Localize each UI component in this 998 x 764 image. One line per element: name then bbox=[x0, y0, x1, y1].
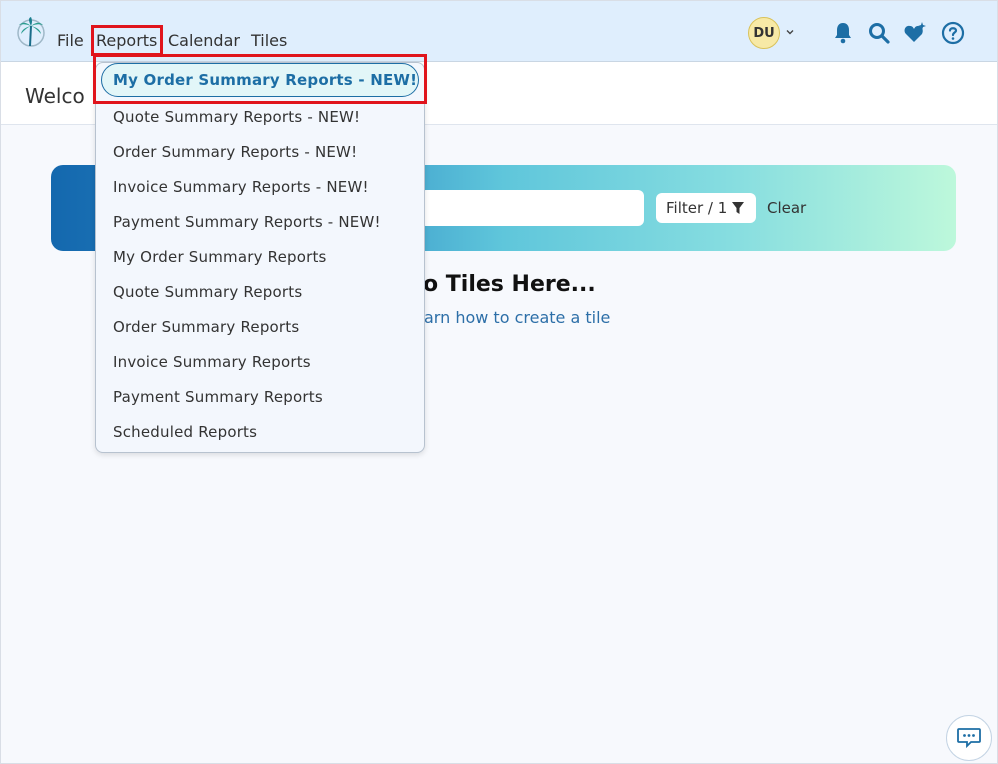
dropdown-item[interactable]: Order Summary Reports - NEW! bbox=[113, 143, 357, 161]
dropdown-item-active-label[interactable]: My Order Summary Reports - NEW! bbox=[113, 71, 417, 89]
filter-button[interactable]: Filter / 1 bbox=[656, 193, 756, 223]
dropdown-item[interactable]: Quote Summary Reports - NEW! bbox=[113, 108, 360, 126]
dropdown-item[interactable]: Quote Summary Reports bbox=[113, 283, 302, 301]
search-input[interactable] bbox=[420, 190, 644, 226]
empty-state-heading: o Tiles Here... bbox=[423, 272, 596, 297]
funnel-icon bbox=[732, 202, 745, 214]
welcome-text: Welco bbox=[25, 84, 85, 108]
dropdown-item[interactable]: Invoice Summary Reports - NEW! bbox=[113, 178, 369, 196]
clear-button[interactable]: Clear bbox=[767, 199, 806, 217]
chevron-down-icon[interactable] bbox=[785, 27, 795, 37]
menu-reports[interactable]: Reports bbox=[96, 31, 157, 51]
dropdown-item[interactable]: Payment Summary Reports - NEW! bbox=[113, 213, 381, 231]
dropdown-item[interactable]: Payment Summary Reports bbox=[113, 388, 323, 406]
palm-tree-logo-icon[interactable] bbox=[16, 16, 46, 48]
chat-button[interactable] bbox=[946, 715, 992, 761]
bell-icon[interactable] bbox=[831, 21, 855, 45]
top-header: File Reports Calendar Tiles DU bbox=[0, 0, 998, 62]
help-icon[interactable] bbox=[941, 21, 965, 45]
dropdown-item[interactable]: Scheduled Reports bbox=[113, 423, 257, 441]
learn-tile-link[interactable]: arn how to create a tile bbox=[424, 308, 610, 327]
menu-tiles[interactable]: Tiles bbox=[251, 31, 287, 51]
heart-sparkle-icon[interactable] bbox=[903, 21, 927, 45]
chat-bubble-icon bbox=[957, 728, 981, 749]
avatar[interactable]: DU bbox=[748, 17, 780, 49]
menu-file[interactable]: File bbox=[57, 31, 84, 51]
dropdown-item[interactable]: Invoice Summary Reports bbox=[113, 353, 311, 371]
dropdown-item[interactable]: My Order Summary Reports bbox=[113, 248, 327, 266]
filter-label: Filter / 1 bbox=[666, 199, 728, 217]
reports-dropdown: Quote Summary Reports - NEW! Order Summa… bbox=[95, 62, 425, 453]
menu-calendar[interactable]: Calendar bbox=[168, 31, 240, 51]
search-icon[interactable] bbox=[867, 21, 891, 45]
dropdown-item[interactable]: Order Summary Reports bbox=[113, 318, 299, 336]
